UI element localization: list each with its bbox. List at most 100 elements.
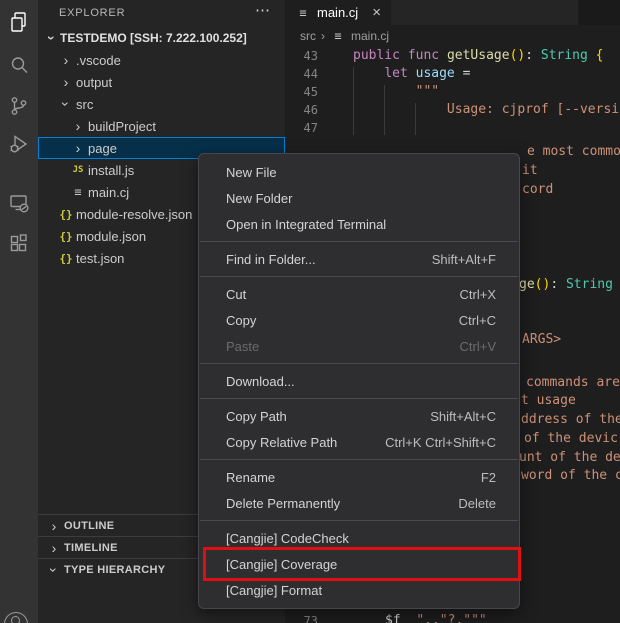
menu-item-shortcut: Shift+Alt+C — [430, 409, 496, 424]
code-token: = — [455, 66, 478, 81]
chevron-right-icon: › — [58, 53, 74, 67]
chevron-right-icon: › — [58, 75, 74, 89]
run-and-debug-icon[interactable] — [7, 132, 31, 156]
code-bottom-line: 73 $f ".."?.""" — [285, 612, 487, 623]
line-number: 73 — [285, 612, 318, 623]
tree-item-label: page — [88, 141, 117, 156]
panel-label: OUTLINE — [64, 520, 114, 532]
breadcrumb: src › ≡ main.cj — [285, 25, 620, 47]
chevron-right-icon: › — [70, 119, 86, 133]
menu-item-cangjie-coverage[interactable]: [Cangjie] Coverage — [199, 551, 519, 577]
code-fragment: t usage — [521, 392, 576, 410]
menu-item-shortcut: Ctrl+K Ctrl+Shift+C — [385, 435, 496, 450]
menu-item-paste: Paste Ctrl+V — [199, 333, 519, 359]
code-line: 43public func getUsage(): String { — [285, 47, 620, 65]
menu-item-new-folder[interactable]: New Folder — [199, 185, 519, 211]
code-token: ddress of the — [521, 412, 620, 427]
menu-item-copy[interactable]: Copy Ctrl+C — [199, 307, 519, 333]
code-fragment: it — [522, 162, 538, 180]
menu-item-label: Copy — [226, 313, 256, 328]
workspace-root-label: TESTDEMO [SSH: 7.222.100.252] — [60, 31, 247, 45]
breadcrumb-folder[interactable]: src — [300, 29, 316, 43]
menu-item-label: [Cangjie] Format — [226, 583, 322, 598]
code-fragment: commands are — [526, 374, 620, 392]
code-fragment: ARGS> — [522, 331, 561, 349]
code-token: it — [522, 163, 538, 178]
menu-item-find-in-folder[interactable]: Find in Folder...Shift+Alt+F — [199, 246, 519, 272]
code-line: 46 Usage: cjprof [--version — [285, 101, 620, 119]
code-token — [401, 613, 417, 623]
explorer-icon[interactable] — [7, 10, 31, 34]
code-token — [588, 48, 596, 63]
menu-item-download[interactable]: Download... — [199, 368, 519, 394]
code-token: unt of the de — [519, 450, 620, 465]
search-icon[interactable] — [7, 53, 31, 77]
menu-item-label: Paste — [226, 339, 259, 354]
menu-item-label: Cut — [226, 287, 246, 302]
menu-item-shortcut: Ctrl+V — [460, 339, 496, 354]
code-token: usage — [416, 66, 455, 81]
chevron-right-icon: › — [46, 541, 62, 555]
menu-item-label: [Cangjie] CodeCheck — [226, 531, 349, 546]
tree-item-label: src — [76, 97, 93, 112]
code-text: let usage = — [318, 65, 478, 83]
menu-item-label: Open in Integrated Terminal — [226, 217, 386, 232]
tree-item-src[interactable]: ›src — [38, 93, 285, 115]
menu-item-shortcut: Ctrl+X — [460, 287, 496, 302]
tree-item-label: output — [76, 75, 112, 90]
menu-item-cangjie-codecheck[interactable]: [Cangjie] CodeCheck — [199, 525, 519, 551]
workspace-root-row[interactable]: › TESTDEMO [SSH: 7.222.100.252] — [38, 27, 285, 49]
tree-item-label: module.json — [76, 229, 146, 244]
menu-separator — [200, 398, 518, 399]
indent-guide — [415, 103, 416, 135]
menu-item-label: [Cangjie] Coverage — [226, 557, 337, 572]
tree-item-label: buildProject — [88, 119, 156, 134]
breadcrumb-separator: › — [321, 29, 325, 43]
tree-item-output[interactable]: ›output — [38, 71, 285, 93]
menu-item-rename[interactable]: RenameF2 — [199, 464, 519, 490]
source-control-icon[interactable] — [7, 94, 31, 118]
menu-separator — [200, 363, 518, 364]
code-token — [353, 66, 384, 81]
menu-item-new-file[interactable]: New File — [199, 159, 519, 185]
menu-item-copy-relative-path[interactable]: Copy Relative PathCtrl+K Ctrl+Shift+C — [199, 429, 519, 455]
indent-guide — [353, 67, 354, 135]
remote-explorer-icon[interactable] — [7, 191, 31, 215]
code-token — [353, 102, 447, 117]
code-token: ge — [519, 277, 535, 292]
more-actions-icon[interactable]: ⋯ — [255, 1, 271, 19]
chevron-down-icon: › — [45, 30, 59, 46]
chevron-down-icon: › — [47, 562, 61, 578]
breadcrumb-file[interactable]: main.cj — [351, 29, 389, 43]
code-token: cord — [522, 182, 553, 197]
extensions-icon[interactable] — [7, 232, 31, 256]
json-file-icon: {} — [58, 230, 74, 243]
tree-item-vscode[interactable]: ›.vscode — [38, 49, 285, 71]
menu-item-copy-path[interactable]: Copy PathShift+Alt+C — [199, 403, 519, 429]
menu-item-delete-permanently[interactable]: Delete PermanentlyDelete — [199, 490, 519, 516]
menu-item-cut[interactable]: Cut Ctrl+X — [199, 281, 519, 307]
code-line: 44 let usage = — [285, 65, 620, 83]
close-icon[interactable]: × — [372, 5, 381, 20]
tree-item-label: install.js — [88, 163, 134, 178]
account-icon[interactable] — [4, 612, 28, 623]
menu-item-label: Rename — [226, 470, 275, 485]
indent-guide — [384, 85, 385, 135]
sidebar-title: EXPLORER — [38, 7, 125, 19]
chevron-right-icon: › — [70, 141, 86, 155]
code-text: Usage: cjprof [--version — [318, 101, 620, 119]
tree-item-label: main.cj — [88, 185, 129, 200]
code-token — [408, 66, 416, 81]
code-token: """ — [416, 84, 439, 99]
menu-item-cangjie-format[interactable]: [Cangjie] Format — [199, 577, 519, 603]
tab-main-cj[interactable]: ≡ main.cj × — [285, 0, 391, 25]
chevron-right-icon: › — [46, 519, 62, 533]
menu-item-label: Download... — [226, 374, 295, 389]
activity-bar — [0, 0, 38, 623]
code-text: public func getUsage(): String { — [318, 47, 604, 65]
menu-item-shortcut: Ctrl+C — [459, 313, 496, 328]
json-file-icon: {} — [58, 252, 74, 265]
code-token: word of the c — [521, 468, 620, 483]
tree-item-buildproject[interactable]: ›buildProject — [38, 115, 285, 137]
menu-item-open-in-integrated-terminal[interactable]: Open in Integrated Terminal — [199, 211, 519, 237]
